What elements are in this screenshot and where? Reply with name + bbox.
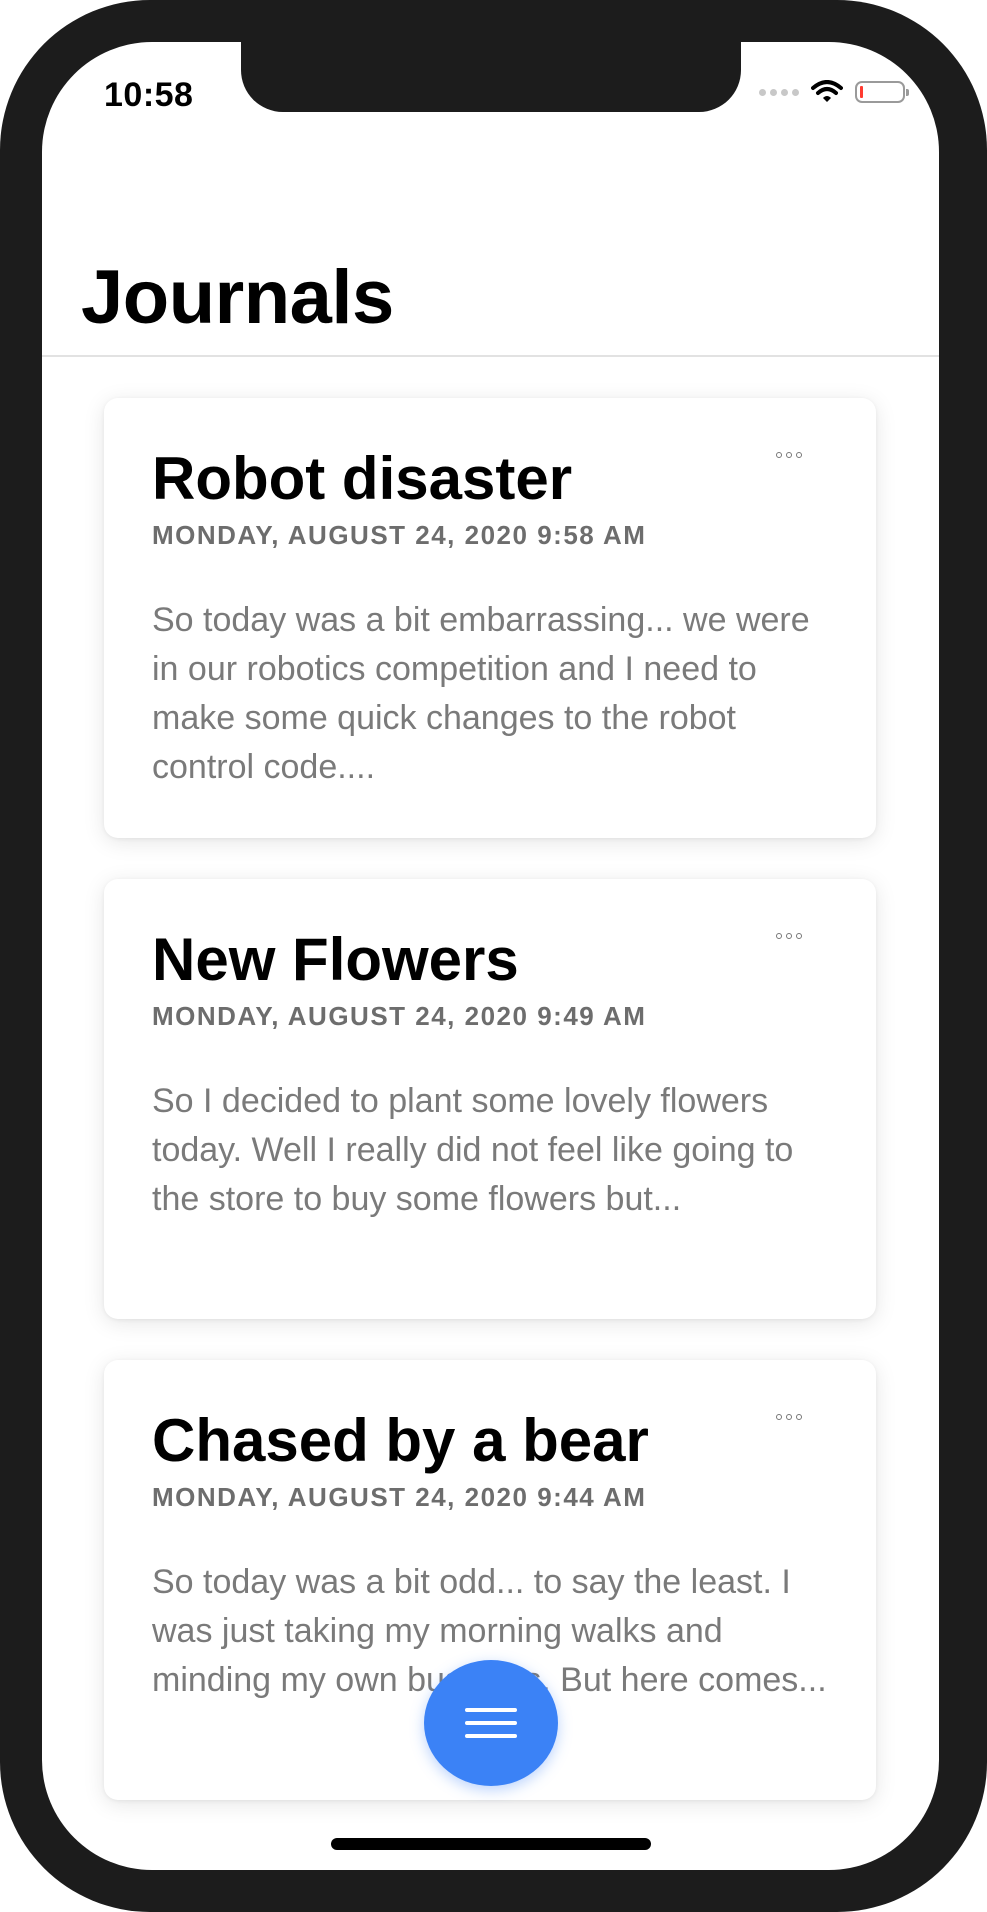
cellular-signal-icon [759, 88, 799, 96]
home-indicator[interactable] [331, 1838, 651, 1850]
page-title: Journals [81, 255, 394, 340]
more-horizontal-icon[interactable] [776, 452, 802, 458]
journal-title: Robot disaster [152, 445, 573, 512]
journal-card[interactable]: Robot disaster MONDAY, AUGUST 24, 2020 9… [104, 398, 876, 838]
app-screen: 10:58 Journals Robot disaster MONDAY, AU… [42, 42, 939, 1870]
more-horizontal-icon[interactable] [776, 933, 802, 939]
menu-fab-button[interactable] [424, 1660, 558, 1786]
device-frame: 10:58 Journals Robot disaster MONDAY, AU… [0, 0, 987, 1912]
status-indicators [759, 80, 909, 104]
header-divider [42, 355, 939, 357]
more-horizontal-icon[interactable] [776, 1414, 802, 1420]
battery-level [860, 86, 863, 98]
device-notch [241, 42, 741, 112]
journal-preview: So today was a bit embarrassing... we we… [152, 601, 810, 786]
wifi-icon [811, 80, 843, 102]
journal-preview: So I decided to plant some lovely flower… [152, 1082, 794, 1218]
journal-title: Chased by a bear [152, 1407, 649, 1474]
menu-icon [465, 1708, 517, 1738]
battery-icon [855, 81, 909, 103]
status-time: 10:58 [104, 76, 194, 114]
journal-date: MONDAY, AUGUST 24, 2020 9:49 AM [152, 1001, 647, 1031]
journal-card[interactable]: New Flowers MONDAY, AUGUST 24, 2020 9:49… [104, 879, 876, 1319]
journal-date: MONDAY, AUGUST 24, 2020 9:44 AM [152, 1482, 647, 1512]
journal-title: New Flowers [152, 926, 519, 993]
journal-date: MONDAY, AUGUST 24, 2020 9:58 AM [152, 520, 647, 550]
